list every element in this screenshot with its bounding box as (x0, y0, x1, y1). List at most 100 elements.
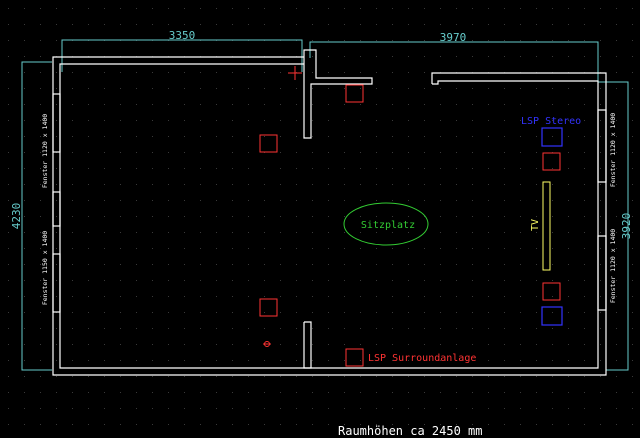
grid-dot (120, 264, 121, 265)
grid-dot (120, 328, 121, 329)
grid-dot (120, 88, 121, 89)
grid-dot (440, 184, 441, 185)
grid-dot (120, 248, 121, 249)
grid-dot (200, 200, 201, 201)
grid-dot (440, 408, 441, 409)
grid-dot (88, 312, 89, 313)
grid-dot (104, 216, 105, 217)
grid-dot (568, 424, 569, 425)
grid-dot (408, 200, 409, 201)
grid-dot (488, 152, 489, 153)
grid-dot (264, 184, 265, 185)
grid-dot (120, 376, 121, 377)
grid-dot (232, 168, 233, 169)
grid-dot (536, 328, 537, 329)
grid-dot (504, 40, 505, 41)
grid-dot (584, 344, 585, 345)
grid-dot (168, 296, 169, 297)
grid-dot (296, 24, 297, 25)
grid-dot (312, 72, 313, 73)
grid-dot (408, 392, 409, 393)
grid-dot (88, 392, 89, 393)
grid-dot (328, 56, 329, 57)
grid-dot (152, 248, 153, 249)
grid-dot (440, 312, 441, 313)
grid-dot (120, 344, 121, 345)
grid-dot (488, 328, 489, 329)
grid-dot (136, 360, 137, 361)
grid-dot (184, 216, 185, 217)
grid-dot (472, 392, 473, 393)
grid-dot (488, 280, 489, 281)
grid-dot (312, 120, 313, 121)
grid-dot (72, 312, 73, 313)
grid-dot (632, 56, 633, 57)
grid-dot (360, 248, 361, 249)
grid-dot (520, 232, 521, 233)
grid-dot (440, 328, 441, 329)
grid-dot (504, 8, 505, 9)
grid-dot (56, 328, 57, 329)
surround-label: LSP Surroundanlage (368, 353, 476, 364)
grid-dot (280, 376, 281, 377)
grid-dot (504, 88, 505, 89)
grid-dot (552, 168, 553, 169)
grid-dot (632, 72, 633, 73)
grid-dot (104, 104, 105, 105)
grid-dot (264, 360, 265, 361)
grid-dot (184, 424, 185, 425)
grid-dot (536, 88, 537, 89)
grid-dot (344, 200, 345, 201)
grid-dot (104, 296, 105, 297)
grid-dot (200, 120, 201, 121)
grid-dot (328, 360, 329, 361)
grid-dot (424, 24, 425, 25)
grid-dot (104, 280, 105, 281)
grid-dot (280, 72, 281, 73)
grid-dot (584, 296, 585, 297)
grid-dot (568, 264, 569, 265)
grid-dot (472, 408, 473, 409)
grid-dot (104, 152, 105, 153)
grid-dot (312, 408, 313, 409)
grid-dot (72, 120, 73, 121)
grid-dot (488, 8, 489, 9)
grid-dot (616, 200, 617, 201)
grid-dot (248, 232, 249, 233)
grid-dot (536, 392, 537, 393)
grid-dot (200, 296, 201, 297)
grid-dot (504, 232, 505, 233)
grid-dot (360, 8, 361, 9)
grid-dot (296, 152, 297, 153)
grid-dot (312, 104, 313, 105)
grid-dot (200, 168, 201, 169)
grid-dot (200, 312, 201, 313)
grid-dot (472, 200, 473, 201)
grid-dot (168, 392, 169, 393)
grid-dot (568, 344, 569, 345)
grid-dot (184, 328, 185, 329)
grid-dot (408, 88, 409, 89)
grid-dot (504, 104, 505, 105)
grid-dot (8, 168, 9, 169)
grid-dot (600, 344, 601, 345)
grid-dot (24, 264, 25, 265)
grid-dot (536, 168, 537, 169)
grid-dot (616, 328, 617, 329)
grid-dot (184, 280, 185, 281)
grid-dot (24, 232, 25, 233)
grid-dot (200, 264, 201, 265)
grid-dot (536, 24, 537, 25)
grid-dot (488, 344, 489, 345)
grid-dot (360, 136, 361, 137)
grid-dot (88, 152, 89, 153)
grid-dot (568, 88, 569, 89)
grid-dot (312, 168, 313, 169)
grid-dot (104, 328, 105, 329)
grid-dot (632, 104, 633, 105)
grid-dot (360, 344, 361, 345)
grid-dot (584, 392, 585, 393)
grid-dot (632, 296, 633, 297)
grid-dot (296, 184, 297, 185)
grid-dot (152, 88, 153, 89)
